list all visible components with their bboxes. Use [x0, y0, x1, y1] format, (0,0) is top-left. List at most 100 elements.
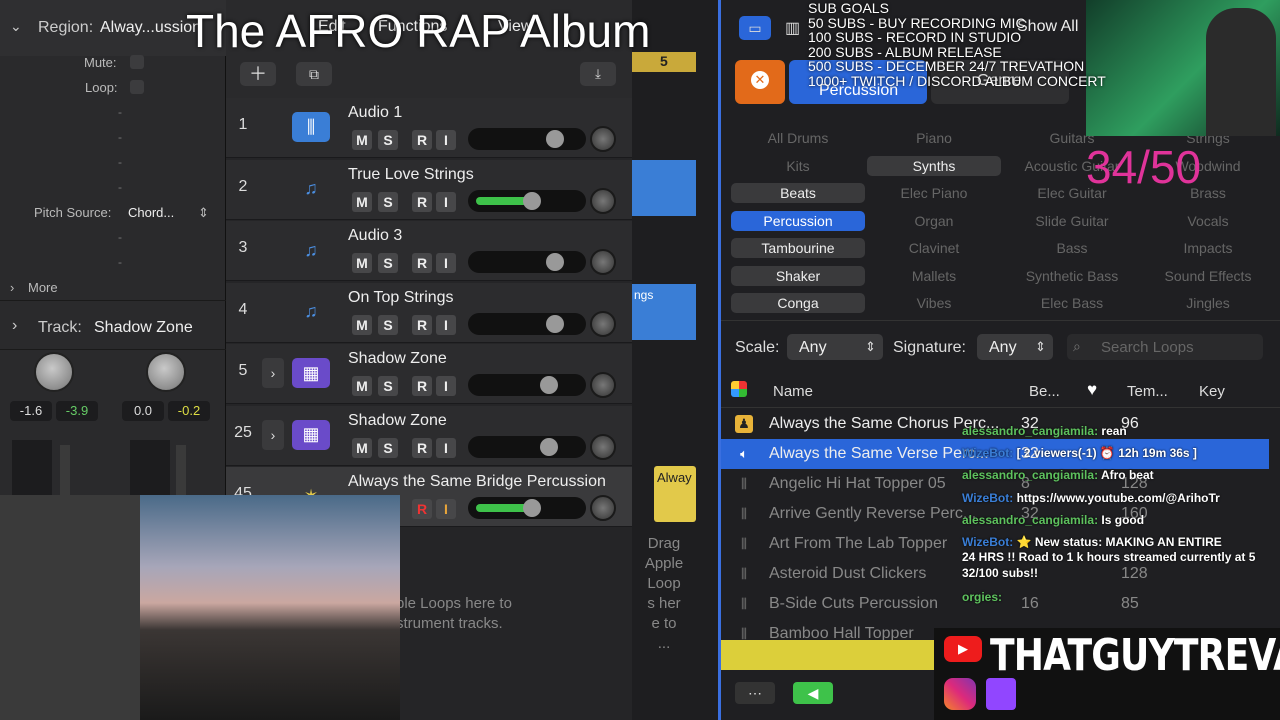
fader-thumb[interactable]: [523, 191, 541, 210]
track-name[interactable]: Always the Same Bridge Percussion: [348, 473, 606, 491]
signature-select[interactable]: Any ⇕: [977, 334, 1053, 360]
pan-knob[interactable]: [590, 433, 616, 460]
input-monitor-button[interactable]: I: [436, 314, 456, 335]
search-input[interactable]: ⌕ Search Loops: [1067, 334, 1263, 360]
track-name[interactable]: Shadow Zone: [348, 412, 447, 430]
record-enable-button[interactable]: R: [412, 437, 432, 458]
track-name[interactable]: On Top Strings: [348, 289, 454, 307]
track-name[interactable]: Shadow Zone: [348, 350, 447, 368]
mute-button[interactable]: M: [352, 253, 372, 273]
track-row[interactable]: 1 ⫼ Audio 1 M S R I: [226, 98, 632, 158]
volume-fader[interactable]: [468, 189, 586, 212]
category-button[interactable]: Tambourine: [731, 238, 865, 258]
track-row[interactable]: 3 ♫ Audio 3 M S R I: [226, 221, 632, 281]
chevron-right-icon[interactable]: ›: [10, 280, 14, 295]
track-row[interactable]: 2 ♫ True Love Strings M S R I: [226, 159, 632, 220]
category-button[interactable]: Elec Bass: [1005, 293, 1139, 313]
mute-button[interactable]: M: [352, 191, 372, 212]
view-toggle-button[interactable]: ▭: [739, 16, 771, 40]
record-enable-button[interactable]: R: [412, 130, 432, 150]
knob-value[interactable]: -1.6: [10, 401, 52, 421]
add-track-button[interactable]: ＋: [240, 62, 276, 86]
input-monitor-button[interactable]: I: [436, 376, 456, 396]
pan-knob[interactable]: [590, 495, 616, 521]
record-enable-button[interactable]: R: [412, 191, 432, 212]
track-row[interactable]: 4 ♫ On Top Strings M S R I: [226, 282, 632, 343]
track-name[interactable]: Audio 3: [348, 227, 402, 245]
pan-knob[interactable]: [590, 249, 616, 275]
fader-thumb[interactable]: [546, 314, 564, 333]
category-button[interactable]: Piano: [867, 128, 1001, 148]
speaker-icon[interactable]: 🔈︎: [735, 445, 753, 463]
category-button[interactable]: Organ: [867, 211, 1001, 231]
category-button[interactable]: All Drums: [731, 128, 865, 148]
category-button[interactable]: Mallets: [867, 266, 1001, 286]
record-enable-button[interactable]: R: [412, 314, 432, 335]
volume-fader[interactable]: [468, 374, 586, 396]
category-button[interactable]: Sound Effects: [1141, 266, 1275, 286]
chevron-right-icon[interactable]: ›: [262, 419, 284, 450]
pan-knob[interactable]: [590, 372, 616, 398]
volume-fader[interactable]: [468, 312, 586, 335]
record-enable-button[interactable]: R: [412, 376, 432, 396]
columns-icon[interactable]: ▥: [785, 18, 800, 38]
solo-button[interactable]: S: [378, 314, 398, 335]
mute-button[interactable]: M: [352, 314, 372, 335]
record-enable-button[interactable]: R: [412, 253, 432, 273]
knob-value[interactable]: -3.9: [56, 401, 98, 421]
track-header[interactable]: › Track: Shadow Zone: [0, 300, 226, 350]
track-name[interactable]: Audio 1: [348, 104, 402, 122]
stepper-icon[interactable]: ⇕: [198, 205, 209, 221]
audio-region[interactable]: ngs: [632, 284, 696, 340]
input-monitor-button[interactable]: I: [436, 130, 456, 150]
col-beats[interactable]: Be...: [1029, 383, 1060, 400]
fader-thumb[interactable]: [540, 376, 558, 394]
category-button[interactable]: Kits: [731, 156, 865, 176]
audio-region[interactable]: [632, 160, 696, 216]
knob-value[interactable]: 0.0: [122, 401, 164, 421]
fader-thumb[interactable]: [540, 437, 558, 456]
volume-knob[interactable]: [34, 352, 74, 392]
disclosure-icon[interactable]: ⌄: [10, 18, 22, 35]
mute-button[interactable]: M: [352, 437, 372, 458]
pan-knob[interactable]: [590, 187, 616, 214]
pan-knob[interactable]: [590, 126, 616, 152]
volume-fader[interactable]: [468, 251, 586, 273]
mute-checkbox[interactable]: [130, 55, 144, 69]
knob-value[interactable]: -0.2: [168, 401, 210, 421]
solo-button[interactable]: S: [378, 130, 398, 150]
category-button[interactable]: Clavinet: [867, 238, 1001, 258]
more-icon[interactable]: ⋯: [735, 682, 775, 704]
col-name[interactable]: Name: [773, 383, 813, 400]
download-icon[interactable]: ⤓: [580, 62, 616, 86]
input-monitor-button[interactable]: I: [436, 437, 456, 458]
col-tempo[interactable]: Tem...: [1127, 383, 1168, 400]
category-button[interactable]: Elec Piano: [867, 183, 1001, 203]
fader-thumb[interactable]: [546, 253, 564, 271]
mute-button[interactable]: M: [352, 130, 372, 150]
volume-fader[interactable]: [468, 497, 586, 519]
category-button[interactable]: Slide Guitar: [1005, 211, 1139, 231]
solo-button[interactable]: S: [378, 253, 398, 273]
midi-region[interactable]: Alway: [654, 466, 696, 522]
scale-select[interactable]: Any ⇕: [787, 334, 883, 360]
category-button[interactable]: Vocals: [1141, 211, 1275, 231]
track-row[interactable]: 25 › ▦ Shadow Zone M S R I: [226, 405, 632, 466]
favorite-icon[interactable]: ♥: [1087, 380, 1097, 400]
category-button[interactable]: Impacts: [1141, 238, 1275, 258]
clear-button[interactable]: ✕: [735, 60, 785, 104]
chevron-right-icon[interactable]: ›: [262, 358, 284, 388]
category-button[interactable]: Beats: [731, 183, 865, 203]
volume-fader[interactable]: [468, 128, 586, 150]
category-button[interactable]: Vibes: [867, 293, 1001, 313]
category-button[interactable]: Synths: [867, 155, 1001, 176]
category-button[interactable]: Conga: [731, 293, 865, 313]
pitch-source-select[interactable]: Chord...: [128, 205, 174, 220]
col-key[interactable]: Key: [1199, 383, 1225, 400]
category-button[interactable]: Jingles: [1141, 293, 1275, 313]
more-label[interactable]: More: [28, 280, 58, 295]
track-name[interactable]: True Love Strings: [348, 166, 474, 184]
loop-checkbox[interactable]: [130, 80, 144, 94]
solo-button[interactable]: S: [378, 376, 398, 396]
duplicate-track-button[interactable]: ⧉: [296, 62, 332, 86]
